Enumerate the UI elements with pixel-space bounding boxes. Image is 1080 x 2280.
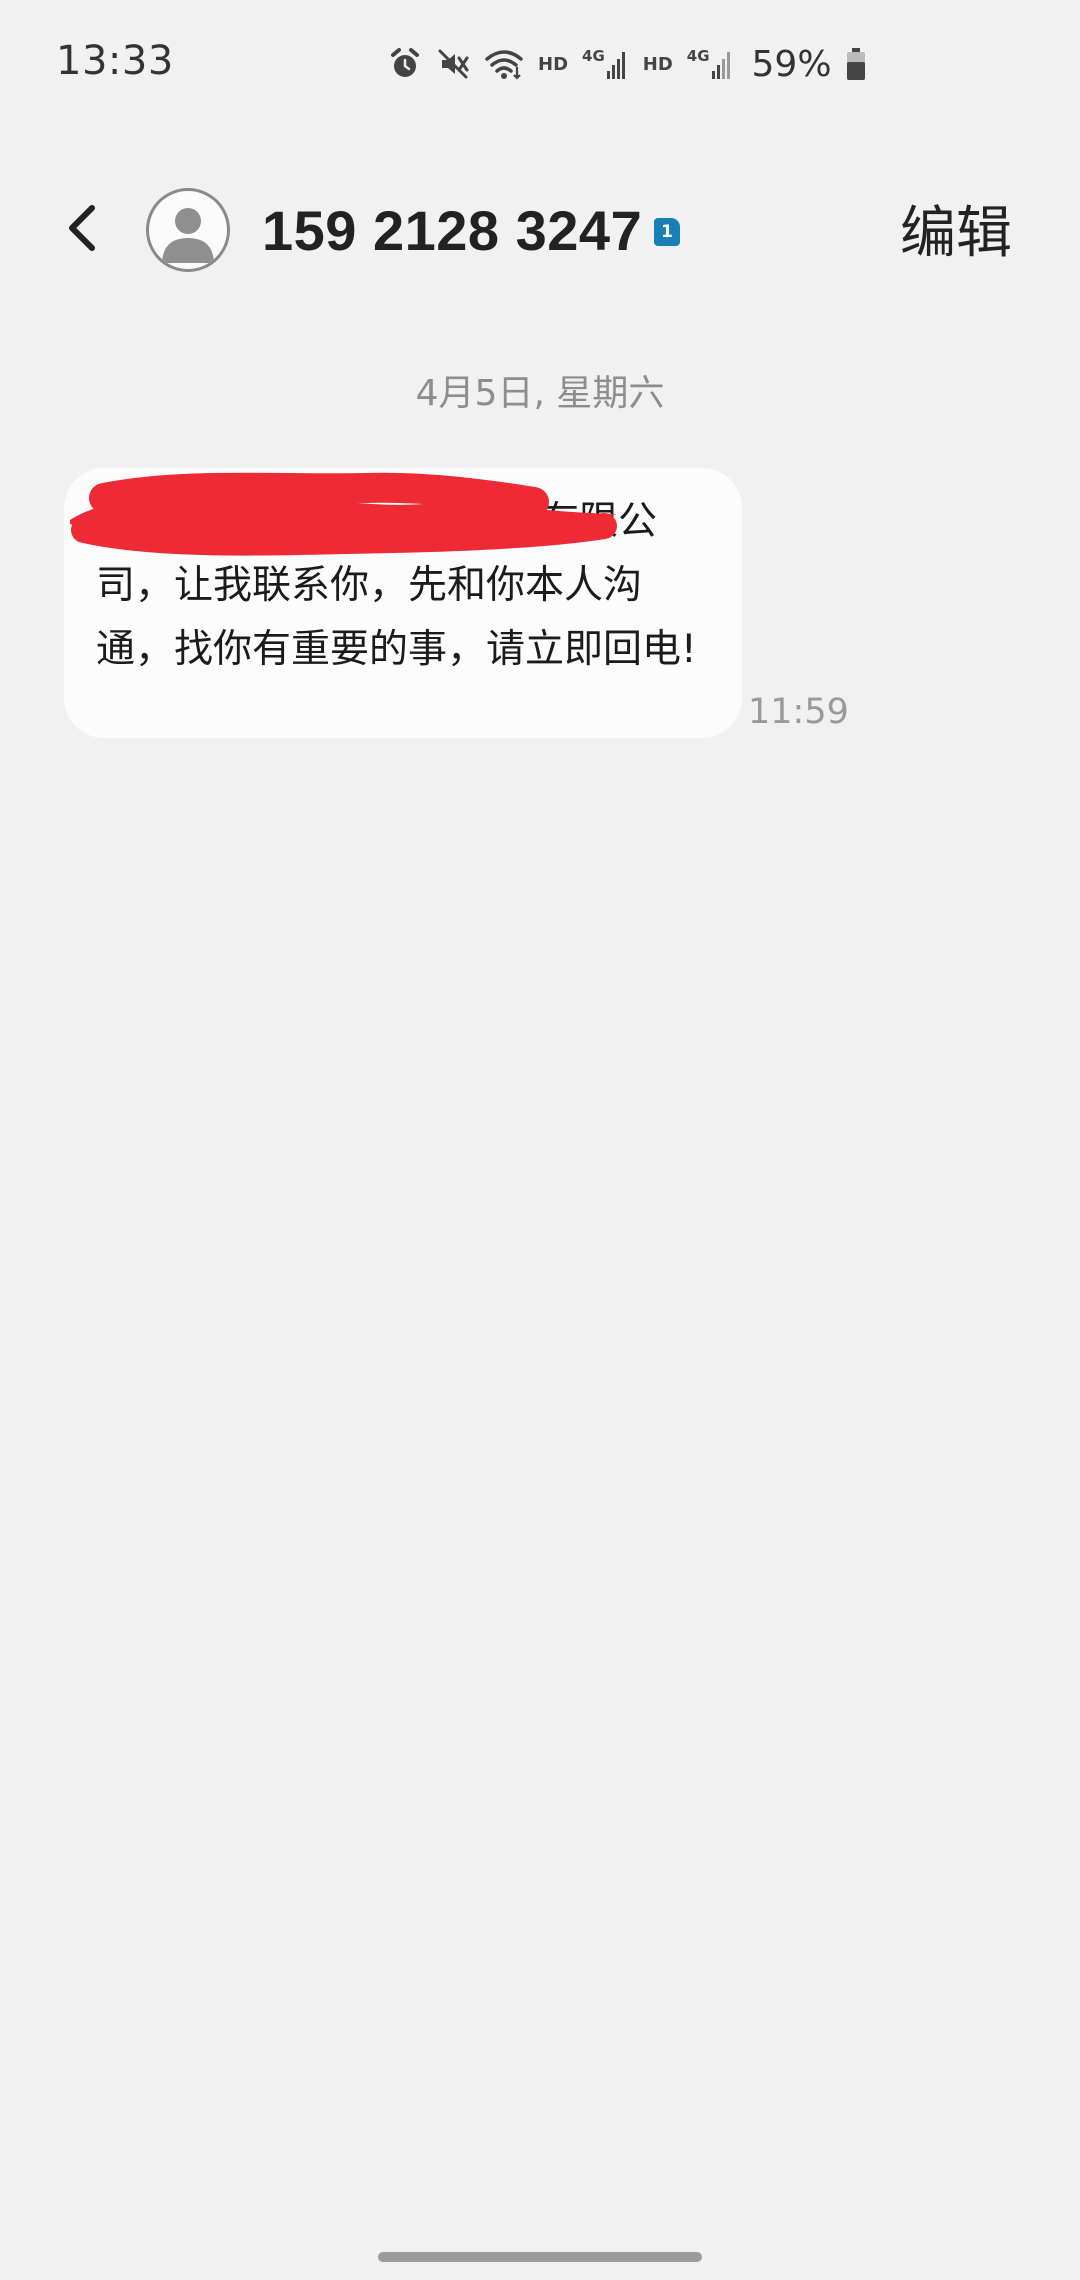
status-time: 13:33	[56, 38, 174, 84]
battery-icon	[846, 47, 866, 81]
battery-percent: 59%	[751, 43, 832, 85]
sim-badge: 1	[654, 218, 680, 246]
network-type-label: 4G	[582, 47, 605, 65]
conversation-header: 159 2128 3247 1 编辑	[0, 170, 1080, 290]
signal-icon	[711, 49, 734, 79]
gesture-navigation-bar[interactable]	[378, 2252, 702, 2262]
avatar[interactable]	[146, 188, 230, 272]
back-arrow-icon	[62, 202, 102, 258]
edit-button[interactable]: 编辑	[900, 188, 1012, 269]
contact-title[interactable]: 159 2128 3247	[262, 198, 642, 263]
hd-label: HD	[538, 53, 569, 75]
signal-group-2: 4G	[686, 47, 734, 79]
message-time: 11:59	[748, 692, 849, 732]
message-text: 有限公司，让我联系你，先和你本人沟通，找你有重要的事，请立即回电!	[96, 490, 702, 682]
network-type-label: 4G	[686, 47, 710, 65]
message-bubble[interactable]: 有限公司，让我联系你，先和你本人沟通，找你有重要的事，请立即回电!	[64, 468, 742, 738]
message-body: 有限公司，让我联系你，先和你本人沟通，找你有重要的事，请立即回电!	[96, 499, 697, 672]
signal-group-1: 4G	[582, 47, 629, 79]
person-icon	[149, 208, 227, 269]
back-button[interactable]	[56, 200, 108, 260]
status-icons: HD 4G HD 4G 59%	[388, 43, 866, 85]
status-bar: 13:33 HD 4G HD 4G 59%	[0, 0, 1080, 130]
signal-icon	[606, 49, 629, 79]
date-separator: 4月5日, 星期六	[415, 373, 665, 414]
wifi-icon	[484, 47, 524, 81]
hd-label: HD	[642, 53, 673, 75]
mute-icon	[436, 47, 470, 81]
alarm-icon	[388, 47, 422, 81]
